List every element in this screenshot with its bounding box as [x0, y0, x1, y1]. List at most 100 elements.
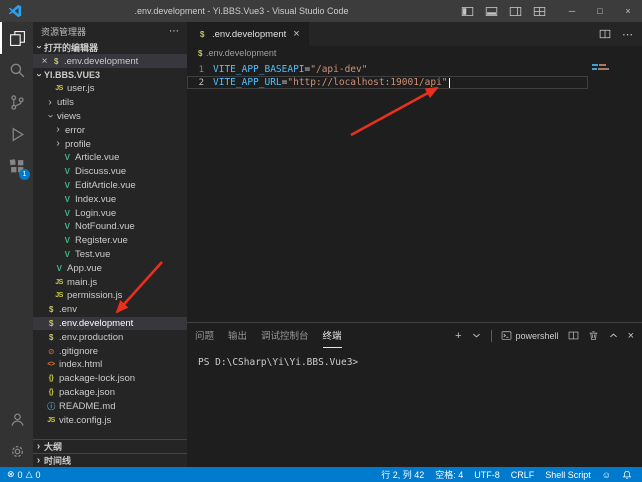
settings-gear-icon[interactable]: [0, 435, 33, 467]
close-editor-icon[interactable]: ×: [39, 56, 50, 67]
tree-item-profile[interactable]: ›profile: [33, 137, 187, 151]
tree-item-views[interactable]: ›views: [33, 110, 187, 124]
minimize-button[interactable]: ─: [558, 0, 586, 22]
close-tab-icon[interactable]: ×: [293, 28, 299, 40]
tree-item-package-lock.json[interactable]: {}package-lock.json: [33, 372, 187, 386]
tree-item-.gitignore[interactable]: ⊘.gitignore: [33, 344, 187, 358]
tree-item-error[interactable]: ›error: [33, 123, 187, 137]
maximize-button[interactable]: □: [586, 0, 614, 22]
tree-item-user.js[interactable]: JSuser.js: [33, 82, 187, 96]
more-actions-icon[interactable]: ⋯: [622, 28, 633, 41]
tree-item-label: vite.config.js: [59, 415, 111, 426]
terminal-dropdown-icon[interactable]: [471, 330, 482, 341]
tree-item-permission.js[interactable]: JSpermission.js: [33, 289, 187, 303]
window-title: .env.development - Yi.BBS.Vue3 - Visual …: [22, 6, 461, 16]
project-root-header[interactable]: › YI.BBS.VUE3: [33, 68, 187, 82]
tree-item-test.vue[interactable]: VTest.vue: [33, 248, 187, 262]
new-terminal-icon[interactable]: +: [455, 330, 461, 342]
split-editor-icon[interactable]: [599, 28, 611, 40]
tab-env-development[interactable]: $ .env.development ×: [187, 22, 309, 46]
vscode-logo-icon: [8, 4, 22, 18]
toggle-secondary-sidebar-icon[interactable]: [509, 5, 522, 18]
more-actions-icon[interactable]: ⋯: [169, 26, 179, 37]
notifications-bell-icon[interactable]: [622, 470, 632, 480]
panel-tab-终端[interactable]: 终端: [323, 323, 342, 348]
extensions-icon[interactable]: 1: [0, 150, 33, 182]
close-window-button[interactable]: ×: [614, 0, 642, 22]
terminal-output[interactable]: PS D:\CSharp\Yi\Yi.BBS.Vue3>: [187, 348, 642, 368]
tree-item-.env.development[interactable]: $.env.development: [33, 317, 187, 331]
minimap[interactable]: [592, 64, 614, 72]
code-line-1[interactable]: 1VITE_APP_BASEAPI="/api-dev": [187, 63, 588, 76]
project-root-label: YI.BBS.VUE3: [44, 70, 100, 80]
tree-item-label: Discuss.vue: [75, 166, 126, 177]
vue-file-icon: V: [61, 167, 73, 176]
tree-item-.env.production[interactable]: $.env.production: [33, 330, 187, 344]
vue-file-icon: V: [53, 264, 65, 273]
open-editor-item[interactable]: × $ .env.development: [33, 54, 187, 68]
tree-item-label: package-lock.json: [59, 373, 135, 384]
maximize-panel-icon[interactable]: [608, 330, 619, 341]
status-item[interactable]: Shell Script: [545, 470, 591, 480]
tree-item-label: profile: [65, 139, 91, 150]
breadcrumb[interactable]: $ .env.development: [187, 46, 642, 60]
customize-layout-icon[interactable]: [533, 5, 546, 18]
open-editors-header[interactable]: › 打开的编辑器: [33, 40, 187, 54]
tree-item-index.html[interactable]: <>index.html: [33, 358, 187, 372]
search-icon[interactable]: [0, 54, 33, 86]
warning-icon: △: [26, 469, 33, 480]
status-item[interactable]: 行 2, 列 42: [381, 468, 424, 481]
env-file-icon: $: [45, 319, 57, 328]
code-editor[interactable]: 1VITE_APP_BASEAPI="/api-dev"2VITE_APP_UR…: [187, 60, 642, 322]
panel-tab-输出[interactable]: 输出: [228, 323, 247, 348]
feedback-smiley-icon[interactable]: ☺: [602, 470, 611, 480]
tree-item-utils[interactable]: ›utils: [33, 96, 187, 110]
vue-file-icon: V: [61, 250, 73, 259]
outline-section-header[interactable]: › 大纲: [33, 439, 187, 453]
tree-item-notfound.vue[interactable]: VNotFound.vue: [33, 220, 187, 234]
timeline-section-header[interactable]: › 时间线: [33, 453, 187, 467]
error-icon: ⊗: [7, 469, 15, 480]
editor-tab-bar: $ .env.development × ⋯: [187, 22, 642, 46]
tree-item-label: App.vue: [67, 263, 102, 274]
toggle-sidebar-icon[interactable]: [461, 5, 474, 18]
code-token: "http://localhost:19001/api": [287, 77, 447, 88]
tree-item-label: Article.vue: [75, 152, 119, 163]
js-file-icon: JS: [53, 279, 65, 286]
tree-item-.env[interactable]: $.env: [33, 303, 187, 317]
vue-file-icon: V: [61, 236, 73, 245]
tree-item-main.js[interactable]: JSmain.js: [33, 275, 187, 289]
tree-item-readme.md[interactable]: ⓘREADME.md: [33, 399, 187, 413]
source-control-icon[interactable]: [0, 86, 33, 118]
panel-tab-问题[interactable]: 问题: [195, 323, 214, 348]
vue-file-icon: V: [61, 209, 73, 218]
code-line-2[interactable]: 2VITE_APP_URL="http://localhost:19001/ap…: [187, 76, 588, 89]
tree-item-register.vue[interactable]: VRegister.vue: [33, 234, 187, 248]
explorer-icon[interactable]: [0, 22, 33, 54]
status-item[interactable]: CRLF: [511, 470, 535, 480]
status-item[interactable]: 空格: 4: [435, 468, 463, 481]
run-debug-icon[interactable]: [0, 118, 33, 150]
tree-item-label: Test.vue: [75, 249, 110, 260]
split-terminal-icon[interactable]: [568, 330, 579, 341]
tree-item-editarticle.vue[interactable]: VEditArticle.vue: [33, 179, 187, 193]
toggle-panel-icon[interactable]: [485, 5, 498, 18]
tree-item-app.vue[interactable]: VApp.vue: [33, 261, 187, 275]
tree-item-discuss.vue[interactable]: VDiscuss.vue: [33, 165, 187, 179]
tree-item-vite.config.js[interactable]: JSvite.config.js: [33, 413, 187, 427]
terminal-instance[interactable]: powershell: [501, 330, 559, 341]
kill-terminal-icon[interactable]: [588, 330, 599, 341]
tree-item-package.json[interactable]: {}package.json: [33, 386, 187, 400]
problems-status[interactable]: ⊗ 0 △ 0: [7, 469, 41, 480]
tree-item-article.vue[interactable]: VArticle.vue: [33, 151, 187, 165]
code-token: "/api-dev": [310, 64, 367, 75]
tree-item-index.vue[interactable]: VIndex.vue: [33, 192, 187, 206]
text-cursor: [449, 78, 450, 88]
panel-tab-调试控制台[interactable]: 调试控制台: [261, 323, 309, 348]
env-file-icon: $: [198, 49, 202, 58]
close-panel-icon[interactable]: ×: [628, 330, 634, 342]
tree-item-login.vue[interactable]: VLogin.vue: [33, 206, 187, 220]
breadcrumb-file: .env.development: [206, 48, 276, 58]
account-icon[interactable]: [0, 403, 33, 435]
status-item[interactable]: UTF-8: [474, 470, 500, 480]
